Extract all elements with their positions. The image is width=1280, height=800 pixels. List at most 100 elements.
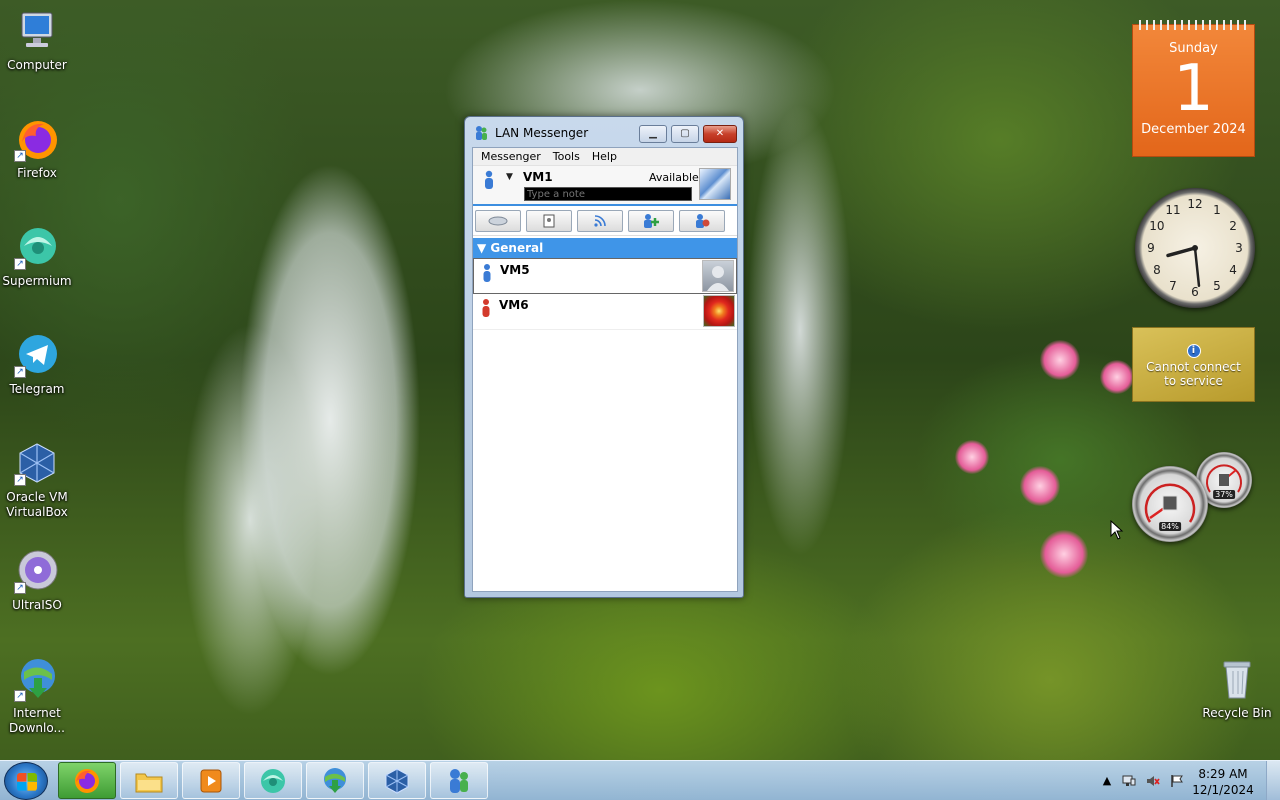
messenger-toolbar [473, 206, 737, 236]
flower-avatar [703, 295, 735, 327]
weather-message-line2: to service [1164, 374, 1223, 388]
status-person-icon[interactable] [483, 170, 495, 193]
collapse-triangle-icon: ▼ [477, 241, 487, 255]
desktop-icon-virtualbox[interactable]: ↗ Oracle VM VirtualBox [0, 440, 74, 520]
clock-face: 1234567891011 12 [1147, 197, 1243, 299]
desktop-icon-recycle-bin[interactable]: Recycle Bin [1200, 656, 1274, 721]
show-hidden-icons-arrow-icon[interactable]: ▲ [1100, 774, 1114, 788]
desktop-icon-telegram[interactable]: ↗ Telegram [0, 332, 74, 397]
status-dropdown-arrow-icon[interactable]: ▼ [506, 172, 513, 182]
menu-tools[interactable]: Tools [547, 150, 586, 163]
taskbar: ▲ 8:29 AM 12/1/2024 [0, 760, 1280, 800]
minimize-button[interactable]: ▁ [639, 125, 667, 143]
calendar-gadget[interactable]: Sunday 1 December 2024 [1132, 20, 1255, 157]
desktop-icon-label: Internet Downlo... [9, 706, 65, 735]
menu-messenger[interactable]: Messenger [475, 150, 547, 163]
ultraiso-icon: ↗ [14, 548, 60, 594]
cpu-meter: 84% [1132, 466, 1208, 542]
clock-hour-hand [1166, 246, 1197, 258]
user-name: VM1 [523, 170, 553, 184]
desktop-icon-label: Firefox [17, 166, 57, 180]
menu-help[interactable]: Help [586, 150, 623, 163]
window-titlebar[interactable]: LAN Messenger ▁ ▢ ✕ [465, 117, 743, 147]
info-icon: i [1186, 344, 1201, 358]
settings-button[interactable] [679, 209, 725, 232]
mouse-cursor-icon [1110, 520, 1124, 540]
clock-numeral: 11 [1165, 203, 1180, 217]
contact-vm5[interactable]: VM5 [473, 258, 737, 294]
desktop-icon-label: Telegram [9, 382, 65, 396]
desktop-icon-firefox[interactable]: ↗ Firefox [0, 116, 74, 181]
taskbar-firefox[interactable] [58, 762, 116, 799]
taskbar-clock[interactable]: 8:29 AM 12/1/2024 [1190, 766, 1256, 798]
desktop-icon-supermium[interactable]: ↗ Supermium [0, 224, 74, 289]
show-desktop-button[interactable] [1266, 761, 1280, 800]
volume-muted-icon[interactable] [1146, 774, 1160, 788]
virtualbox-icon: ↗ [14, 440, 60, 486]
clock-numeral: 7 [1169, 279, 1177, 293]
group-name: General [490, 241, 544, 255]
clock-numeral: 10 [1149, 219, 1164, 233]
memory-percent: 37% [1213, 490, 1235, 499]
desktop-icon-computer[interactable]: Computer [0, 8, 74, 73]
clock-gadget[interactable]: 1 2 3 4 5 6 7 8 9 10 11 12 [1135, 188, 1255, 308]
media-player-icon [200, 769, 222, 792]
clock-numeral: 12 [1187, 197, 1202, 211]
calendar-month-year: December 2024 [1141, 122, 1246, 137]
taskbar-file-explorer[interactable] [120, 762, 178, 799]
online-status-icon [482, 263, 492, 286]
clock-numeral: 6 [1191, 285, 1199, 299]
rss-button[interactable] [577, 209, 623, 232]
clock-numeral: 3 [1235, 241, 1243, 255]
supermium-icon: ↗ [14, 224, 60, 270]
desktop-icon-internet-download-manager[interactable]: ↗ Internet Downlo... [0, 656, 74, 736]
clock-numeral: 4 [1229, 263, 1237, 277]
clock-numeral: 5 [1213, 279, 1221, 293]
add-contact-button[interactable] [628, 209, 674, 232]
person-avatar [702, 260, 734, 292]
calendar-rings [1139, 20, 1248, 30]
taskbar-date: 12/1/2024 [1192, 783, 1254, 797]
clock-center-pin [1192, 245, 1198, 251]
desktop-icon-ultraiso[interactable]: ↗ UltraISO [0, 548, 74, 613]
user-profile-panel: ▼ VM1 Available [473, 166, 737, 206]
user-status[interactable]: Available [649, 171, 699, 184]
broadcast-button[interactable] [475, 209, 521, 232]
shortcut-arrow-icon: ↗ [14, 582, 26, 594]
shortcut-arrow-icon: ↗ [14, 258, 26, 270]
busy-status-icon [481, 298, 491, 321]
action-center-flag-icon[interactable] [1170, 774, 1184, 788]
shortcut-arrow-icon: ↗ [14, 150, 26, 162]
taskbar-supermium[interactable] [244, 762, 302, 799]
lan-messenger-window[interactable]: LAN Messenger ▁ ▢ ✕ Messenger Tools Help… [464, 116, 744, 598]
clock-minute-hand [1193, 246, 1201, 288]
contact-name: VM6 [499, 298, 529, 312]
group-header-general[interactable]: ▼ General [473, 238, 737, 258]
file-explorer-icon [135, 773, 163, 792]
wallpaper-flower [1100, 360, 1134, 394]
maximize-button[interactable]: ▢ [671, 125, 699, 143]
taskbar-internet-download-manager[interactable] [306, 762, 364, 799]
window-title: LAN Messenger [495, 126, 589, 140]
network-icon[interactable] [1122, 774, 1136, 788]
taskbar-media-player[interactable] [182, 762, 240, 799]
wallpaper-flower [1040, 530, 1088, 578]
close-button[interactable]: ✕ [703, 125, 737, 143]
wallpaper-flower [955, 440, 989, 474]
cpu-percent: 84% [1159, 522, 1181, 531]
shortcut-arrow-icon: ↗ [14, 366, 26, 378]
start-button[interactable] [4, 762, 48, 800]
taskbar-lan-messenger[interactable] [430, 762, 488, 799]
supermium-icon [261, 768, 285, 793]
weather-gadget[interactable]: i Cannot connect to service [1132, 327, 1255, 402]
user-avatar[interactable] [699, 168, 731, 200]
menu-bar: Messenger Tools Help [473, 148, 737, 166]
file-transfer-icon [543, 214, 555, 227]
file-transfer-button[interactable] [526, 209, 572, 232]
clock-numeral: 1 [1213, 203, 1221, 217]
taskbar-virtualbox[interactable] [368, 762, 426, 799]
contact-vm6[interactable]: VM6 [473, 294, 737, 330]
window-client-area: Messenger Tools Help ▼ VM1 Available Typ… [472, 147, 738, 592]
taskbar-time: 8:29 AM [1198, 767, 1248, 781]
note-input[interactable] [524, 187, 692, 201]
